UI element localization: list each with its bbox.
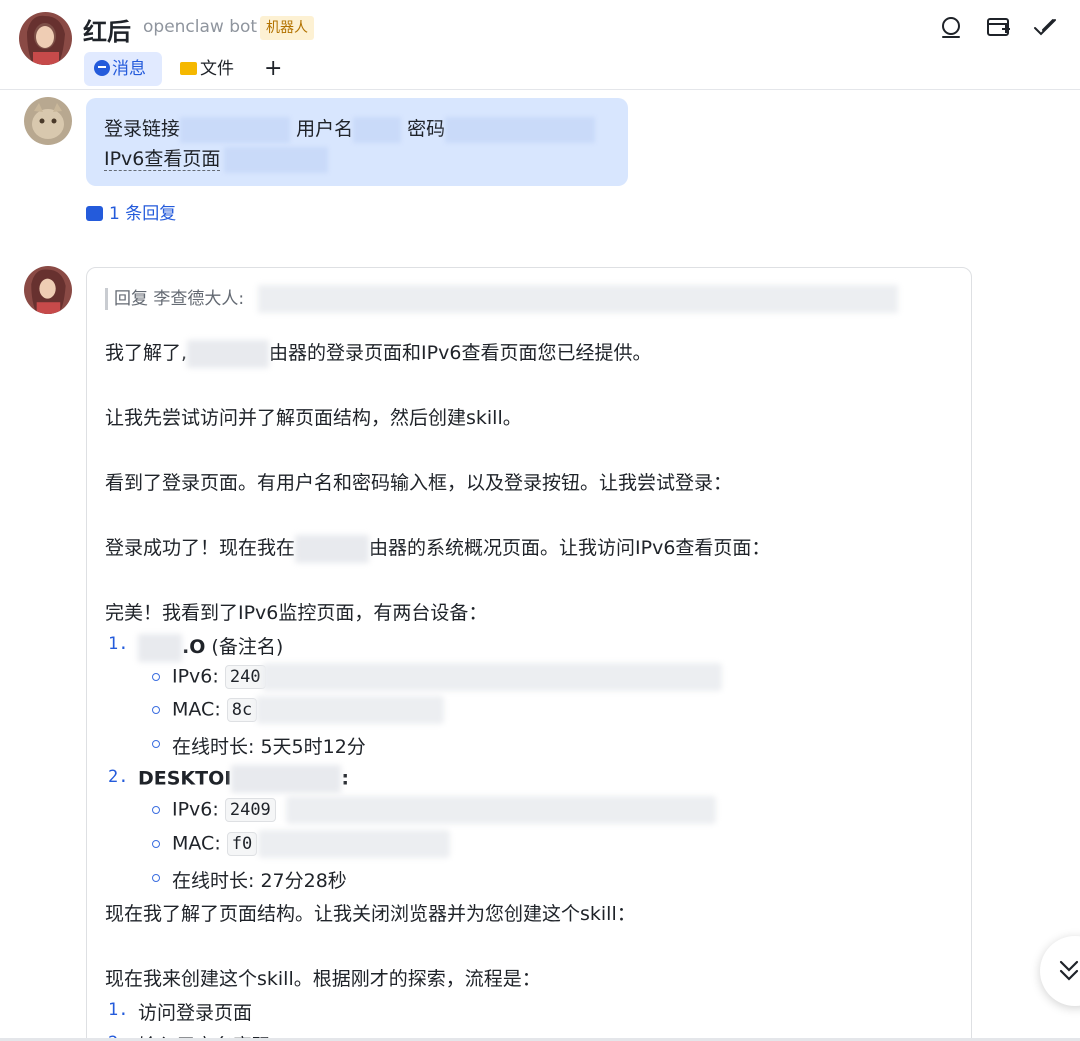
device-note: : [341, 767, 349, 790]
bullet [152, 740, 160, 748]
paragraph: 完美！我看到了IPv6监控页面，有两台设备： [105, 602, 488, 624]
device-title: .O (备注名) [138, 632, 283, 662]
redacted-text [224, 146, 329, 173]
thread-reply-link[interactable]: 1 条回复 [86, 199, 176, 224]
redacted-text [295, 534, 370, 563]
tab-label: 消息 [112, 59, 146, 79]
device-title: DESKTOI: [138, 765, 349, 793]
tab-messages[interactable]: 消息 [84, 52, 162, 86]
reply-quote: 回复 李查德大人: [105, 288, 244, 310]
bullet [152, 806, 160, 814]
ipv6-value: 2409 [224, 798, 276, 822]
chat-bubble-icon [94, 60, 110, 76]
redacted-text [262, 663, 722, 691]
list-number: 1. [108, 634, 129, 654]
message-line: IPv6查看页面 [104, 144, 610, 174]
redacted-text [231, 765, 342, 793]
redacted-text [256, 696, 444, 724]
redacted-text [258, 830, 450, 858]
bot-badge: 机器人 [260, 16, 314, 40]
mac-value: f0 [226, 832, 258, 856]
ipv6-value: 240 [224, 665, 266, 689]
mac-row: MAC: f0 [172, 832, 258, 856]
redacted-text [187, 339, 270, 368]
add-tab-button[interactable]: + [260, 52, 290, 86]
chat-title: 红后 [83, 18, 131, 46]
paragraph: 看到了登录页面。有用户名和密码输入框，以及登录按钮。让我尝试登录： [105, 472, 733, 494]
paragraph: 登录成功了！现在我在 由器的系统概况页面。让我访问IPv6查看页面： [105, 533, 770, 563]
ipv6-page-label: IPv6查看页面 [104, 148, 221, 171]
bot-avatar[interactable] [19, 12, 72, 65]
folder-icon [180, 62, 197, 75]
add-window-icon[interactable] [986, 15, 1012, 41]
user-avatar[interactable] [24, 97, 72, 145]
online-duration: 在线时长: 5天5时12分 [172, 736, 366, 758]
redacted-text [258, 285, 898, 313]
device-name: DESKTOI [138, 767, 232, 790]
paragraph: 现在我来创建这个skill。根据刚才的探索，流程是： [105, 968, 541, 990]
redacted-text [180, 116, 291, 143]
paragraph-text: 由器的系统概况页面。让我访问IPv6查看页面： [369, 537, 771, 559]
mac-label: MAC: [172, 698, 221, 721]
scroll-to-bottom-button[interactable] [1040, 936, 1080, 1006]
search-icon[interactable] [939, 15, 965, 41]
ipv6-row: IPv6: 2409 [172, 798, 276, 822]
message-bubble[interactable]: 登录链接 用户名 密码 IPv6查看页面 [86, 98, 628, 186]
bullet [152, 706, 160, 714]
chat-header: 红后 openclaw bot 机器人 消息 文件 + [0, 0, 1080, 90]
username-label: 用户名 [296, 118, 354, 140]
done-check-icon[interactable] [1032, 15, 1058, 41]
login-link-label: 登录链接 [104, 118, 181, 140]
mac-label: MAC: [172, 832, 221, 855]
paragraph-text: 由器的登录页面和IPv6查看页面您已经提供。 [269, 342, 652, 364]
device-note: (备注名) [211, 636, 284, 658]
redacted-text [138, 633, 182, 662]
list-number: 1. [108, 1000, 129, 1020]
paragraph-text: 我了解了, [105, 342, 188, 364]
paragraph-text: 登录成功了！现在我在 [105, 537, 296, 559]
paragraph: 现在我了解了页面结构。让我关闭浏览器并为您创建这个skill： [105, 903, 636, 925]
step-text: 访问登录页面 [138, 1002, 253, 1024]
message-line: 登录链接 用户名 密码 [104, 114, 610, 144]
ipv6-label: IPv6: [172, 798, 219, 821]
ipv6-row: IPv6: 240 [172, 665, 266, 689]
redacted-text [353, 116, 402, 143]
paragraph: 让我先尝试访问并了解页面结构，然后创建skill。 [105, 407, 522, 429]
device-name: .O [182, 636, 206, 658]
chat-subtitle: openclaw bot [143, 17, 258, 37]
comment-icon [86, 206, 103, 221]
bullet [152, 840, 160, 848]
password-label: 密码 [407, 118, 446, 140]
online-duration: 在线时长: 27分28秒 [172, 870, 347, 892]
list-number: 2. [108, 767, 129, 787]
redacted-text [286, 796, 716, 824]
mac-row: MAC: 8c [172, 698, 258, 722]
ipv6-label: IPv6: [172, 665, 219, 688]
tab-files[interactable]: 文件 [170, 52, 250, 86]
bullet [152, 874, 160, 882]
redacted-text [445, 116, 596, 143]
reply-count: 1 条回复 [109, 204, 177, 224]
paragraph: 我了解了, 由器的登录页面和IPv6查看页面您已经提供。 [105, 338, 651, 368]
tab-label: 文件 [200, 59, 234, 79]
mac-value: 8c [226, 698, 258, 722]
bot-avatar[interactable] [24, 266, 72, 314]
double-chevron-down-icon [1059, 960, 1079, 981]
bullet [152, 673, 160, 681]
